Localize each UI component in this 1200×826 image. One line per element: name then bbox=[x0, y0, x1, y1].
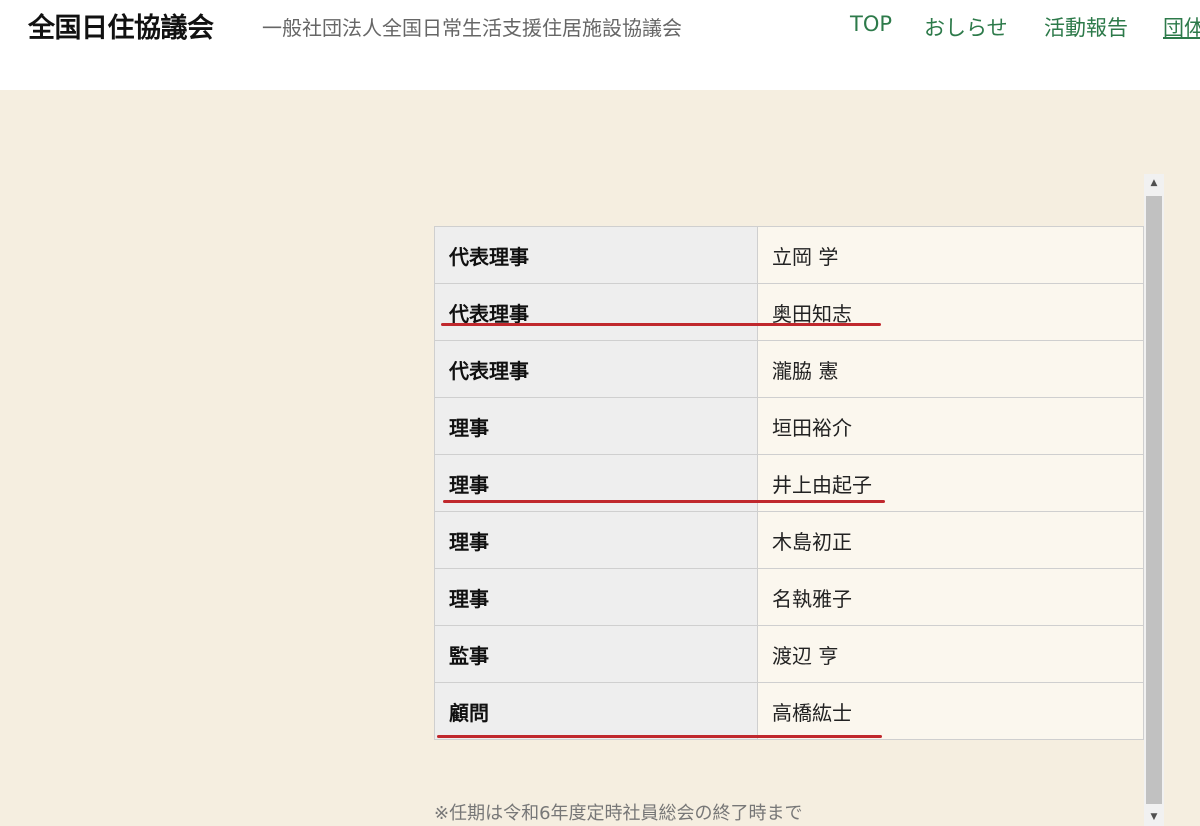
table-row: 代表理事 立岡 学 bbox=[434, 226, 1144, 284]
scrollbar-thumb[interactable] bbox=[1146, 196, 1162, 804]
table-row: 代表理事 奥田知志 bbox=[434, 283, 1144, 341]
vertical-scrollbar[interactable]: ▲ ▼ bbox=[1144, 174, 1164, 826]
table-row: 理事 木島初正 bbox=[434, 511, 1144, 569]
nav-item-top[interactable]: TOP bbox=[850, 12, 892, 36]
table-row: 監事 渡辺 亨 bbox=[434, 625, 1144, 683]
nav-item-activity-report[interactable]: 活動報告 bbox=[1044, 12, 1128, 42]
triangle-up-icon[interactable]: ▲ bbox=[1144, 174, 1164, 192]
officer-role: 代表理事 bbox=[434, 283, 758, 341]
officer-name: 高橋紘士 bbox=[757, 682, 1144, 740]
table-row: 代表理事 瀧脇 憲 bbox=[434, 340, 1144, 398]
table-row: 理事 井上由起子 bbox=[434, 454, 1144, 512]
nav-item-organization[interactable]: 団体 bbox=[1163, 12, 1200, 42]
officer-role: 理事 bbox=[434, 397, 758, 455]
officer-name: 名執雅子 bbox=[757, 568, 1144, 626]
officer-name: 垣田裕介 bbox=[757, 397, 1144, 455]
site-header: 全国日住協議会 一般社団法人全国日常生活支援住居施設協議会 TOP おしらせ 活… bbox=[0, 0, 1200, 90]
main-content: 代表理事 立岡 学 代表理事 奥田知志 代表理事 瀧脇 憲 理事 垣田裕介 理事 bbox=[0, 90, 1200, 826]
officers-scroll-area[interactable]: 代表理事 立岡 学 代表理事 奥田知志 代表理事 瀧脇 憲 理事 垣田裕介 理事 bbox=[434, 174, 1164, 826]
table-row: 理事 名執雅子 bbox=[434, 568, 1144, 626]
main-nav: TOP おしらせ 活動報告 団体 bbox=[0, 12, 1200, 42]
officer-name: 瀧脇 憲 bbox=[757, 340, 1144, 398]
officer-role: 顧問 bbox=[434, 682, 758, 740]
officer-role: 監事 bbox=[434, 625, 758, 683]
table-row: 理事 垣田裕介 bbox=[434, 397, 1144, 455]
term-note: ※任期は令和6年度定時社員総会の終了時まで bbox=[434, 803, 803, 824]
officer-name: 木島初正 bbox=[757, 511, 1144, 569]
nav-item-news[interactable]: おしらせ bbox=[924, 12, 1008, 42]
officer-role: 理事 bbox=[434, 568, 758, 626]
officers-table: 代表理事 立岡 学 代表理事 奥田知志 代表理事 瀧脇 憲 理事 垣田裕介 理事 bbox=[434, 226, 1144, 740]
officer-role: 代表理事 bbox=[434, 226, 758, 284]
officer-name: 井上由起子 bbox=[757, 454, 1144, 512]
officer-role: 代表理事 bbox=[434, 340, 758, 398]
officer-role: 理事 bbox=[434, 454, 758, 512]
officer-name: 立岡 学 bbox=[757, 226, 1144, 284]
officer-name: 奥田知志 bbox=[757, 283, 1144, 341]
officer-name: 渡辺 亨 bbox=[757, 625, 1144, 683]
officer-role: 理事 bbox=[434, 511, 758, 569]
triangle-down-icon[interactable]: ▼ bbox=[1144, 808, 1164, 826]
table-row: 顧問 高橋紘士 bbox=[434, 682, 1144, 740]
